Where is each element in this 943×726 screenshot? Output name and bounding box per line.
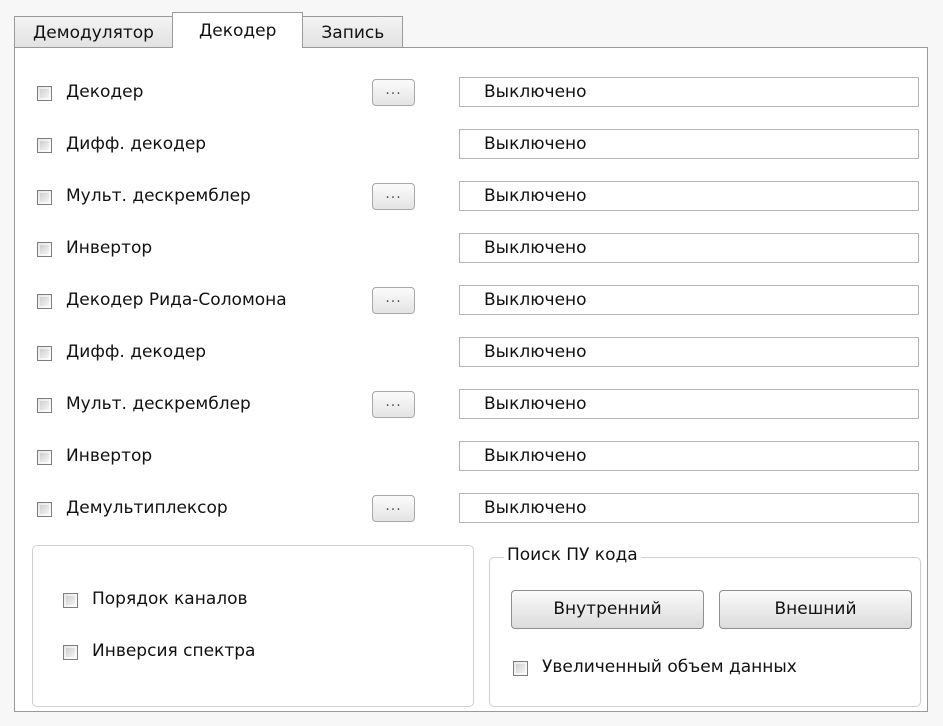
demultiplexer-label: Демультиплексор [66,498,228,518]
channel-order-checkbox[interactable] [63,593,78,608]
decoder-settings-button[interactable]: ... [372,79,415,106]
code-search-title: Поиск ПУ кода [504,545,641,565]
large-data-checkbox[interactable] [513,661,528,676]
reed-solomon-settings-button[interactable]: ... [372,287,415,314]
tab-bar: Демодулятор Декодер Запись [14,12,404,48]
inverter-2-row: Инвертор Выключено [15,437,927,477]
inverter-label: Инвертор [66,238,153,258]
demultiplexer-row: Демультиплексор ... Выключено [15,489,927,529]
inverter-checkbox[interactable] [37,242,52,257]
diff-decoder-row: Дифф. декодер Выключено [15,125,927,165]
diff-decoder-2-status-field: Выключено [459,337,919,367]
inverter-row: Инвертор Выключено [15,229,927,269]
tab-recording[interactable]: Запись [302,16,404,48]
decoder-status-field: Выключено [459,77,919,107]
reed-solomon-checkbox[interactable] [37,294,52,309]
reed-solomon-label: Декодер Рида-Соломона [66,290,287,310]
external-button[interactable]: Внешний [719,590,912,629]
mult-descrambler-2-status-field: Выключено [459,389,919,419]
mult-descrambler-2-checkbox[interactable] [37,398,52,413]
demultiplexer-settings-button[interactable]: ... [372,495,415,522]
diff-decoder-status-field: Выключено [459,129,919,159]
diff-decoder-label: Дифф. декодер [66,134,207,154]
spectrum-inversion-label: Инверсия спектра [92,641,256,661]
demultiplexer-checkbox[interactable] [37,502,52,517]
inverter-2-status-field: Выключено [459,441,919,471]
inverter-status-field: Выключено [459,233,919,263]
mult-descrambler-2-settings-button[interactable]: ... [372,391,415,418]
mult-descrambler-status-field: Выключено [459,181,919,211]
reed-solomon-row: Декодер Рида-Соломона ... Выключено [15,281,927,321]
diff-decoder-2-checkbox[interactable] [37,346,52,361]
mult-descrambler-settings-button[interactable]: ... [372,183,415,210]
diff-decoder-checkbox[interactable] [37,138,52,153]
mult-descrambler-2-label: Мульт. дескремблер [66,394,251,414]
large-data-label: Увеличенный объем данных [542,657,797,677]
reed-solomon-status-field: Выключено [459,285,919,315]
channel-options-group: Порядок каналов Инверсия спектра [32,545,474,707]
mult-descrambler-2-row: Мульт. дескремблер ... Выключено [15,385,927,425]
decoder-label: Декодер [66,82,144,102]
diff-decoder-2-label: Дифф. декодер [66,342,207,362]
decoder-settings-window: Демодулятор Декодер Запись Декодер ... В… [0,0,943,726]
mult-descrambler-label: Мульт. дескремблер [66,186,251,206]
channel-order-label: Порядок каналов [92,589,248,609]
internal-button[interactable]: Внутренний [511,590,704,629]
decoder-checkbox[interactable] [37,86,52,101]
code-search-group: Поиск ПУ кода Внутренний Внешний Увеличе… [489,545,921,707]
tab-demodulator[interactable]: Демодулятор [14,16,173,48]
mult-descrambler-row: Мульт. дескремблер ... Выключено [15,177,927,217]
mult-descrambler-checkbox[interactable] [37,190,52,205]
spectrum-inversion-checkbox[interactable] [63,645,78,660]
decoder-row: Декодер ... Выключено [15,73,927,113]
diff-decoder-2-row: Дифф. декодер Выключено [15,333,927,373]
demultiplexer-status-field: Выключено [459,493,919,523]
inverter-2-label: Инвертор [66,446,153,466]
tab-decoder[interactable]: Декодер [171,12,304,48]
decoder-tab-panel: Декодер ... Выключено Дифф. декодер Выкл… [14,47,928,712]
inverter-2-checkbox[interactable] [37,450,52,465]
